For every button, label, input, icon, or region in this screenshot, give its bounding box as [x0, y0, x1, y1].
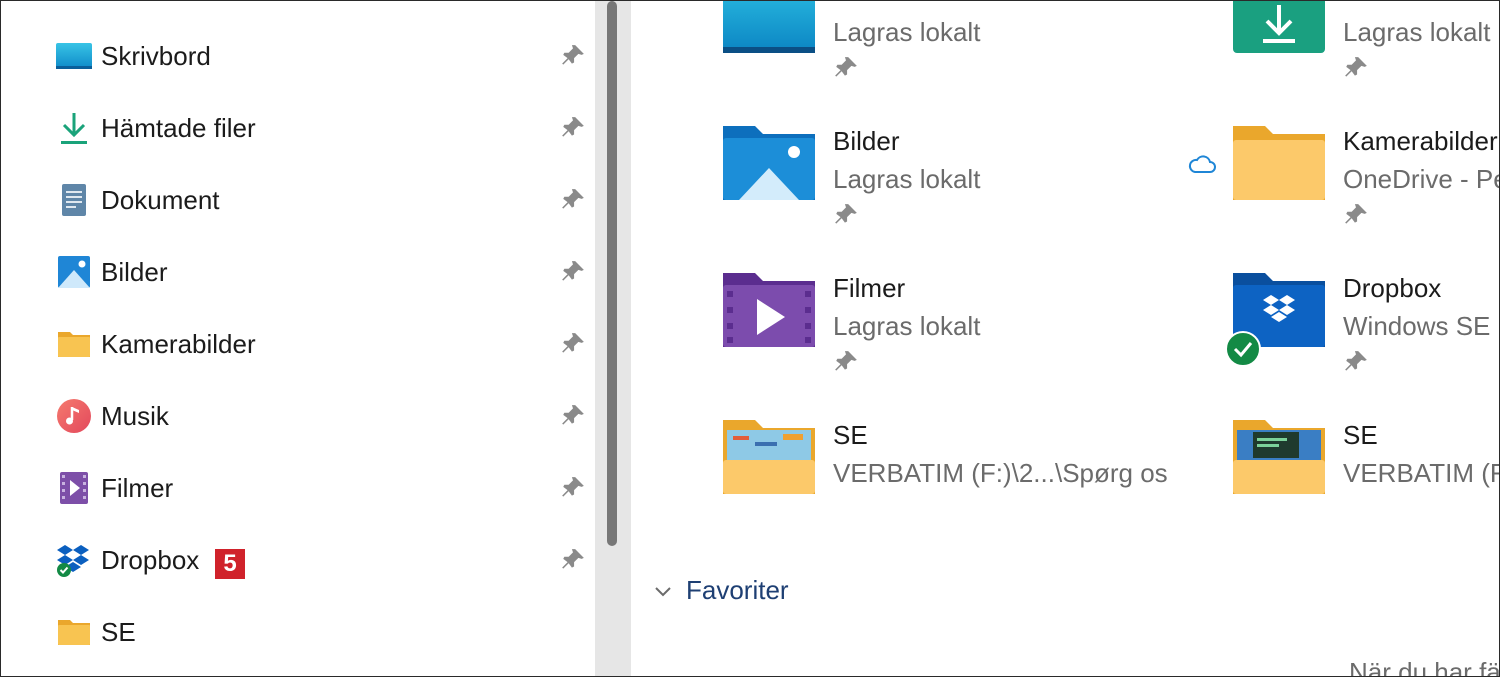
tile-name: Dropbox	[1343, 273, 1442, 303]
tile-subtitle: Lagras lokalt	[833, 311, 981, 341]
sidebar-item-label: Dokument	[101, 185, 220, 215]
desktop-icon	[56, 43, 92, 69]
folder-tile-skrivbord[interactable]: Lagras lokalt	[721, 1, 1161, 91]
pin-icon	[835, 351, 857, 371]
quick-access-pane: Lagras lokalt Lagras lokalt Bilder Lagra…	[631, 1, 1500, 677]
pin-icon[interactable]	[560, 259, 586, 285]
folder-tile-se-1[interactable]: SE VERBATIM (F:)\2...\Spørg os	[721, 412, 1168, 532]
folder-icon	[58, 332, 90, 357]
favorites-hint-text: När du har fä	[1349, 657, 1500, 677]
pin-icon	[835, 204, 857, 224]
pin-icon	[1345, 204, 1367, 224]
sidebar-item-dokument[interactable]: Dokument	[55, 175, 595, 225]
sidebar-item-label: Skrivbord	[101, 41, 211, 71]
sidebar-item-bilder[interactable]: Bilder	[55, 247, 595, 297]
pin-icon	[1345, 57, 1367, 77]
pin-icon[interactable]	[560, 403, 586, 429]
pin-icon[interactable]	[560, 187, 586, 213]
folder-tile-bilder[interactable]: Bilder Lagras lokalt	[721, 118, 1161, 238]
pictures-folder-icon	[723, 126, 815, 200]
sidebar-item-filmer[interactable]: Filmer	[55, 463, 595, 513]
pin-icon	[835, 57, 857, 77]
navigation-pane: Skrivbord Hämtade filer Dokument Bilder …	[1, 1, 595, 676]
folder-tile-hamtade-filer[interactable]: Lagras lokalt	[1231, 1, 1499, 91]
tile-subtitle: OneDrive - Pe	[1343, 164, 1500, 194]
sidebar-item-skrivbord[interactable]: Skrivbord	[55, 31, 595, 81]
chevron-down-icon[interactable]	[651, 579, 675, 603]
pictures-icon	[58, 256, 90, 288]
pin-icon[interactable]	[560, 547, 586, 573]
music-icon	[57, 399, 91, 433]
sidebar-item-kamerabilder[interactable]: Kamerabilder	[55, 319, 595, 369]
sidebar-item-musik[interactable]: Musik	[55, 391, 595, 441]
sidebar-item-hamtade-filer[interactable]: Hämtade filer	[55, 103, 595, 153]
folder-tile-filmer[interactable]: Filmer Lagras lokalt	[721, 265, 1161, 385]
pin-icon[interactable]	[560, 475, 586, 501]
pin-icon[interactable]	[560, 115, 586, 141]
tile-subtitle: Lagras lokalt	[833, 17, 981, 47]
folder-icon	[1233, 420, 1325, 494]
tile-subtitle: VERBATIM (F:)\2...\Spørg os	[833, 458, 1168, 488]
tile-name: Filmer	[833, 273, 906, 303]
sidebar-item-label: Bilder	[101, 257, 168, 287]
sidebar-item-label: SE	[101, 617, 136, 647]
pin-icon	[1345, 351, 1367, 371]
sidebar-item-se[interactable]: SE	[55, 607, 595, 657]
dropbox-icon	[57, 545, 89, 577]
tile-name: SE	[1343, 420, 1378, 450]
sidebar-item-label: Kamerabilder	[101, 329, 256, 359]
tile-name: Bilder	[833, 126, 900, 156]
folder-icon	[58, 620, 90, 645]
video-folder-icon	[723, 273, 815, 347]
downloads-folder-icon	[1233, 1, 1325, 53]
folder-icon	[1233, 126, 1325, 200]
tile-name: SE	[833, 420, 868, 450]
desktop-folder-icon	[723, 1, 815, 53]
folder-icon	[723, 420, 815, 494]
pin-icon[interactable]	[560, 43, 586, 69]
tile-subtitle: Lagras lokalt	[1343, 17, 1491, 47]
pin-icon[interactable]	[560, 331, 586, 357]
section-title: Favoriter	[686, 575, 789, 605]
tile-subtitle: VERBATIM (F:	[1343, 458, 1500, 488]
tile-subtitle: Lagras lokalt	[833, 164, 981, 194]
folder-tile-dropbox[interactable]: Dropbox Windows SE (	[1225, 265, 1500, 385]
sidebar-item-label: Dropbox	[101, 545, 200, 575]
sidebar-item-label: Musik	[101, 401, 169, 431]
tile-subtitle: Windows SE (	[1343, 311, 1500, 341]
cloud-icon	[1188, 155, 1216, 173]
download-icon	[61, 113, 87, 144]
sidebar-scrollbar-thumb[interactable]	[607, 1, 617, 546]
document-icon	[62, 184, 86, 216]
folder-tile-se-2[interactable]: SE VERBATIM (F:	[1231, 412, 1500, 532]
synced-check-icon	[1225, 331, 1261, 367]
folder-tile-kamerabilder[interactable]: Kamerabilder OneDrive - Pe	[1188, 118, 1500, 238]
video-icon	[60, 472, 88, 504]
tile-name: Kamerabilder	[1343, 126, 1498, 156]
sidebar-item-label: Filmer	[101, 473, 174, 503]
notification-badge: 5	[215, 549, 245, 579]
sidebar-item-dropbox[interactable]: Dropbox 5	[55, 535, 595, 585]
sidebar-item-label: Hämtade filer	[101, 113, 256, 143]
file-explorer-window: Skrivbord Hämtade filer Dokument Bilder …	[0, 0, 1500, 677]
